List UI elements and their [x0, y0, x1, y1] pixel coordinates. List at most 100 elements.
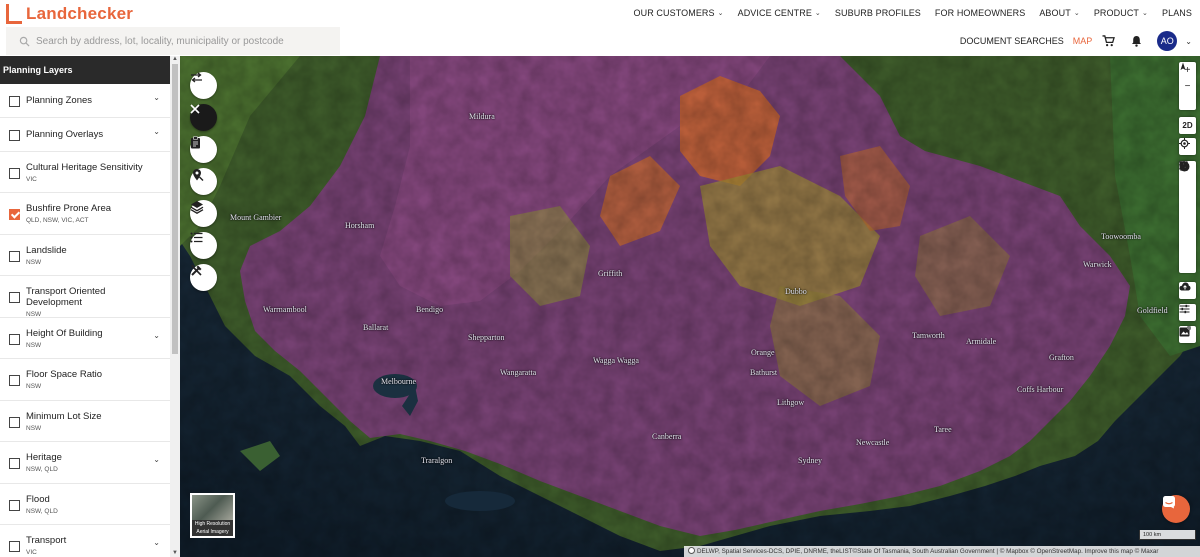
marker-button[interactable]	[1179, 161, 1196, 193]
layer-label: Transport Oriented Development	[26, 286, 106, 308]
nav-our-customers[interactable]: OUR CUSTOMERS ⌄	[634, 8, 724, 18]
layer-states: NSW	[26, 341, 42, 349]
chat-support-button[interactable]	[1162, 495, 1190, 523]
logo[interactable]: Landchecker	[6, 3, 133, 25]
layer-item-transport[interactable]: Transport VIC ⌄	[0, 525, 170, 557]
close-icon	[190, 104, 200, 114]
layer-item-cultural-heritage-sensitivity[interactable]: Cultural Heritage Sensitivity VIC	[0, 152, 170, 193]
scroll-down-icon[interactable]: ▼	[172, 550, 178, 556]
layer-label: Transport	[26, 535, 67, 546]
list-button[interactable]	[190, 232, 217, 259]
tools-button[interactable]	[190, 264, 217, 291]
image-add-icon	[1179, 326, 1191, 337]
nav-advice-centre[interactable]: ADVICE CENTRE ⌄	[738, 8, 821, 18]
nav-label: PLANS	[1161, 8, 1192, 18]
layer-item-height-of-building[interactable]: Height Of Building NSW ⌄	[0, 318, 170, 359]
text-tool-button[interactable]	[1179, 161, 1196, 209]
scrollbar[interactable]: ▲ ▼	[170, 56, 180, 557]
layer-item-flood[interactable]: Flood NSW, QLD	[0, 484, 170, 525]
layer-checkbox[interactable]	[9, 458, 20, 469]
cart-icon[interactable]	[1101, 34, 1115, 48]
nav-label: ADVICE CENTRE	[737, 8, 812, 18]
nav-suburb-profiles[interactable]: SUBURB PROFILES	[835, 8, 921, 18]
layer-item-heritage[interactable]: Heritage NSW, QLD ⌄	[0, 442, 170, 484]
line-tool-button[interactable]	[1179, 161, 1196, 225]
nav-about[interactable]: ABOUT ⌄	[1039, 8, 1079, 18]
map-view[interactable]: Mildura Mount Gambier Horsham Griffith D…	[180, 56, 1200, 557]
document-searches-link[interactable]: DOCUMENT SEARCHES	[960, 36, 1064, 46]
zoom-controls: + −	[1179, 62, 1196, 110]
geolocate-button[interactable]	[1179, 138, 1196, 155]
aerial-imagery-toggle[interactable]: High Resolution Aerial Imagery	[190, 493, 235, 538]
layer-checkbox[interactable]	[9, 499, 20, 511]
chevron-down-icon[interactable]: ⌄	[153, 127, 160, 136]
circle-icon	[1179, 161, 1189, 171]
nav-plans[interactable]: PLANS	[1162, 8, 1192, 18]
chevron-down-icon[interactable]: ⌄	[153, 331, 160, 340]
reports-button[interactable]	[190, 136, 217, 163]
compass-icon	[1180, 62, 1186, 70]
zoom-out-button[interactable]: −	[1179, 78, 1196, 94]
upload-button[interactable]	[1179, 282, 1196, 299]
chevron-down-icon: ⌄	[717, 10, 724, 17]
bell-icon[interactable]	[1129, 34, 1143, 48]
place-label: Traralgon	[421, 456, 453, 465]
tools-icon	[191, 265, 202, 276]
nav-for-homeowners[interactable]: FOR HOMEOWNERS	[935, 8, 1025, 18]
place-label: Bendigo	[416, 305, 444, 314]
nav-product[interactable]: PRODUCT ⌄	[1094, 8, 1148, 18]
nav-label: ABOUT	[1039, 8, 1071, 18]
scrollbar-thumb[interactable]	[172, 64, 178, 354]
layer-item-landslide[interactable]: Landslide NSW	[0, 235, 170, 276]
avatar[interactable]: AO	[1157, 31, 1178, 51]
layer-checkbox[interactable]	[9, 250, 20, 262]
place-label: Mount Gambier	[230, 213, 282, 222]
layer-checkbox[interactable]	[9, 130, 20, 141]
layers-icon	[190, 201, 204, 214]
layer-states: QLD, NSW, VIC, ACT	[26, 217, 89, 224]
chevron-down-icon[interactable]: ⌄	[153, 93, 160, 102]
search-bar[interactable]	[6, 27, 340, 55]
layer-label: Cultural Heritage Sensitivity	[26, 161, 143, 173]
layer-text: Height Of Building NSW	[26, 328, 146, 349]
layer-item-bushfire-prone-area[interactable]: Bushfire Prone Area QLD, NSW, VIC, ACT	[0, 193, 170, 235]
layer-item-planning-overlays[interactable]: Planning Overlays ⌄	[0, 118, 170, 152]
scroll-up-icon[interactable]: ▲	[172, 56, 178, 62]
filters-button[interactable]	[1179, 304, 1196, 321]
chevron-down-icon: ⌄	[814, 10, 821, 17]
layer-checkbox[interactable]	[9, 96, 20, 107]
layer-item-planning-zones[interactable]: Planning Zones ⌄	[0, 84, 170, 118]
place-label: Tamworth	[912, 331, 945, 340]
circle-tool-button[interactable]	[1179, 161, 1196, 273]
collapse-panel-button[interactable]	[190, 72, 217, 99]
polygon-tool-button[interactable]	[1179, 161, 1196, 257]
clipboard-icon	[191, 136, 200, 149]
layer-checkbox[interactable]	[9, 209, 20, 220]
layer-item-transport-oriented-development[interactable]: Transport Oriented Development NSW	[0, 276, 170, 318]
info-icon[interactable]	[688, 547, 695, 554]
place-label: Warrnambool	[263, 305, 307, 314]
layer-checkbox[interactable]	[9, 292, 20, 303]
close-button[interactable]	[190, 104, 217, 131]
chevron-down-icon[interactable]: ⌄	[1185, 37, 1192, 46]
star-tool-button[interactable]	[1179, 161, 1196, 241]
add-image-button[interactable]	[1179, 326, 1196, 343]
layer-item-floor-space-ratio[interactable]: Floor Space Ratio NSW	[0, 359, 170, 401]
layer-checkbox[interactable]	[9, 416, 20, 428]
place-label: Toowoomba	[1101, 232, 1141, 241]
chevron-down-icon[interactable]: ⌄	[153, 455, 160, 464]
view-mode-2d-button[interactable]: 2D	[1179, 117, 1196, 134]
search-input[interactable]	[36, 35, 336, 47]
layer-item-minimum-lot-size[interactable]: Minimum Lot Size NSW	[0, 401, 170, 442]
layer-checkbox[interactable]	[9, 541, 20, 552]
map-attribution[interactable]: DELWP, Spatial Services-DCS, DPIE, DNRME…	[684, 546, 1200, 557]
location-layers-button[interactable]	[190, 168, 217, 195]
layer-checkbox[interactable]	[9, 167, 20, 179]
layer-checkbox[interactable]	[9, 375, 20, 386]
layers-button[interactable]	[190, 200, 217, 227]
compass-button[interactable]	[1179, 62, 1196, 110]
place-label: Canberra	[652, 432, 682, 441]
chevron-down-icon[interactable]: ⌄	[153, 538, 160, 547]
map-link[interactable]: MAP	[1073, 36, 1093, 46]
layer-checkbox[interactable]	[9, 333, 20, 345]
